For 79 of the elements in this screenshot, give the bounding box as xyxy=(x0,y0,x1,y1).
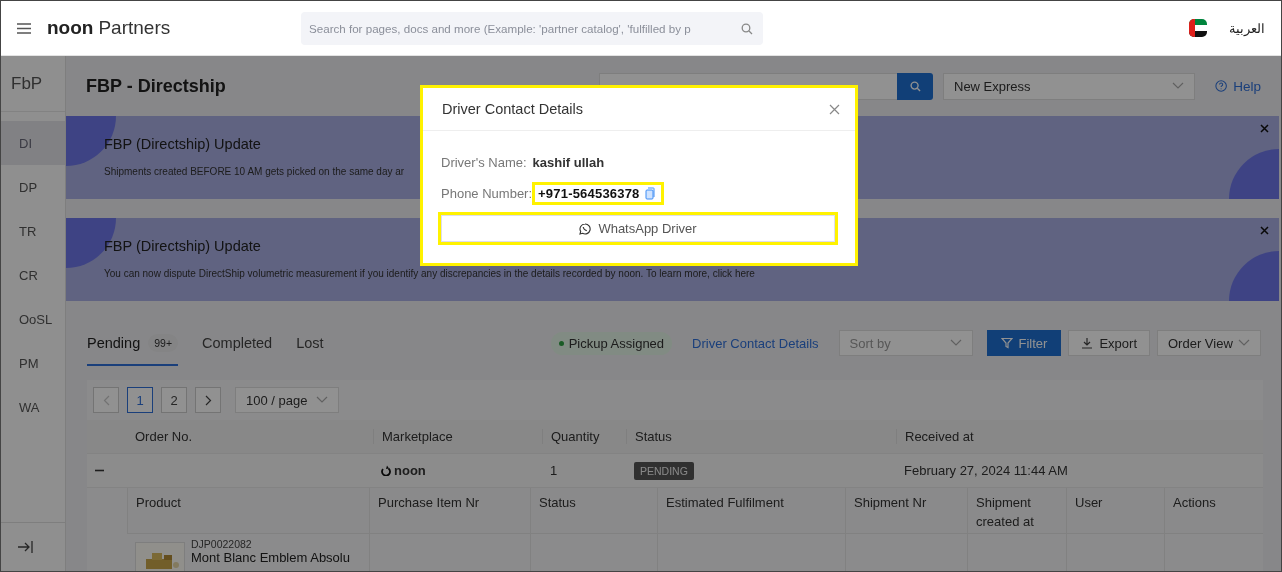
chevron-left-icon xyxy=(102,394,110,406)
logo-text: Partners xyxy=(98,17,171,39)
column-header: Purchase Item Nr xyxy=(369,488,530,534)
marketplace-logo-icon xyxy=(381,465,391,476)
column-header: Status xyxy=(530,488,657,534)
banner-text: You can now dispute DirectShip volumetric measurement if you identify any discrepancies in the details recorded by noon. To learn more, click here xyxy=(104,268,755,279)
help-icon xyxy=(1215,79,1228,93)
page-title: FBP - Directship xyxy=(86,75,227,97)
banner-text: Shipments created BEFORE 10 AM gets picked on the same day ar xyxy=(104,166,405,177)
page-button[interactable]: 2 xyxy=(161,387,187,413)
tab[interactable]: Lost xyxy=(296,320,324,366)
chevron-down-icon xyxy=(316,396,328,404)
view-select[interactable]: Order View xyxy=(1157,330,1261,356)
product-id: DJP0022082 xyxy=(191,538,253,550)
search-button[interactable] xyxy=(897,72,933,100)
column-header: Shipment created at xyxy=(967,488,1066,534)
page-size-select[interactable]: 100 / page xyxy=(235,387,339,413)
collapse-icon[interactable] xyxy=(18,541,33,553)
column-header: Status xyxy=(626,429,896,444)
driver-contact-link[interactable]: Driver Contact Details xyxy=(692,335,819,351)
tab[interactable]: Pending 99+ xyxy=(87,320,179,366)
filter-icon xyxy=(1000,337,1013,349)
sidebar-item[interactable]: WA xyxy=(1,385,65,429)
table-cell-text: February 27, 2024 11:44 AM xyxy=(903,463,1069,478)
logo-text: noon xyxy=(47,17,94,39)
field-value: kashif ullah xyxy=(532,154,605,170)
sidebar-item[interactable]: CR xyxy=(1,253,65,297)
chevron-down-icon xyxy=(1172,82,1184,90)
column-header: User xyxy=(1066,488,1164,534)
next-page-button[interactable] xyxy=(195,387,221,413)
column-header: Actions xyxy=(1164,488,1263,534)
help-link[interactable]: Help xyxy=(1215,78,1261,94)
copy-icon[interactable] xyxy=(644,186,655,200)
marketplace-name: noon xyxy=(394,463,426,478)
search-icon xyxy=(741,22,753,35)
search-icon xyxy=(909,80,921,92)
column-header: Order No. xyxy=(134,429,194,444)
dialog-title: Driver Contact Details xyxy=(442,101,583,117)
page-button[interactable]: 1 xyxy=(127,387,153,413)
column-header: Estimated Fulfilment xyxy=(657,488,845,534)
menu-icon[interactable] xyxy=(17,22,31,34)
tab[interactable]: Completed xyxy=(202,320,273,366)
sort-select[interactable]: Sort by xyxy=(838,330,973,356)
flag-icon xyxy=(1189,19,1207,37)
column-header: Shipment Nr xyxy=(845,488,967,534)
sidebar-item[interactable]: DI xyxy=(1,121,65,165)
count-badge: 99+ xyxy=(148,334,179,352)
sidebar-item[interactable]: DP xyxy=(1,165,65,209)
chevron-right-icon xyxy=(204,394,212,406)
close-icon[interactable] xyxy=(829,103,840,115)
language-link[interactable]: العربية xyxy=(1229,20,1265,36)
chat-bubble-icon xyxy=(579,222,592,235)
sidebar-item[interactable]: OoSL xyxy=(1,297,65,341)
phone-number: +971-564536378 xyxy=(538,185,640,201)
whatsapp-button[interactable]: WhatsApp Driver xyxy=(441,215,835,242)
marketplace-select[interactable]: New Express xyxy=(943,72,1195,100)
product-name: Mont Blanc Emblem Absolu xyxy=(191,550,350,565)
column-header: Quantity xyxy=(542,429,626,444)
table-cell-text: 1 xyxy=(549,463,559,478)
filter-button[interactable]: Filter xyxy=(986,330,1062,356)
sidebar-item[interactable]: PM xyxy=(1,341,65,385)
field-label: Phone Number: xyxy=(441,185,533,201)
field-label: Driver's Name: xyxy=(441,154,527,170)
chevron-down-icon xyxy=(949,339,962,347)
sidebar-item[interactable]: TR xyxy=(1,209,65,253)
download-icon xyxy=(1081,337,1094,349)
export-button[interactable]: Export xyxy=(1068,330,1150,356)
status-tag: PENDING xyxy=(634,462,694,480)
banner-title: FBP (Directship) Update xyxy=(104,136,261,152)
column-header: Marketplace xyxy=(373,429,542,444)
column-header: Received at xyxy=(896,429,1263,444)
chevron-down-icon xyxy=(1238,339,1250,347)
search-field[interactable]: Search for pages, docs and more (Example: 'partner catalog', 'fulfilled by p xyxy=(301,11,763,45)
close-icon[interactable] xyxy=(1260,124,1269,133)
column-header: Product xyxy=(127,488,369,534)
close-icon[interactable] xyxy=(1260,226,1269,235)
sidebar-title: FbP xyxy=(1,56,65,112)
banner-title: FBP (Directship) Update xyxy=(104,238,261,254)
status-pill: Pickup Assigned xyxy=(550,331,673,355)
